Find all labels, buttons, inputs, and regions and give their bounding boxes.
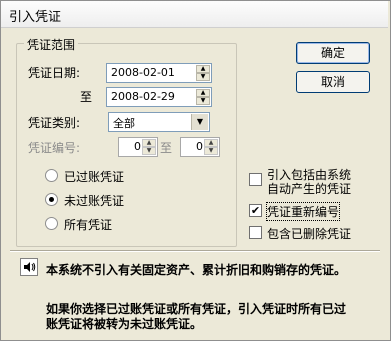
radio-posted[interactable] [45, 169, 58, 182]
number-to-stepper[interactable]: 0 ▲ ▼ [180, 137, 220, 157]
voucher-date-label: 凭证日期: [28, 66, 81, 80]
window-title: 引入凭证 [9, 10, 62, 25]
number-from-spinner[interactable]: ▲ ▼ [142, 139, 156, 155]
chevron-down-icon[interactable]: ▼ [191, 114, 208, 130]
radio-all[interactable] [45, 217, 58, 230]
spin-down-icon[interactable]: ▼ [142, 147, 156, 155]
date-to-spinner[interactable]: ▲ ▼ [196, 89, 210, 105]
voucher-range-legend: 凭证范围 [24, 36, 79, 53]
spin-up-icon[interactable]: ▲ [196, 65, 210, 73]
separator [10, 250, 380, 252]
date-from-spinner[interactable]: ▲ ▼ [196, 65, 210, 81]
renumber-checkbox[interactable]: ✔ [249, 204, 262, 217]
voucher-type-label: 凭证类别: [28, 116, 81, 130]
voucher-type-select[interactable]: 全部 ▼ [108, 112, 210, 132]
radio-all-label[interactable]: 所有凭证 [64, 216, 112, 233]
number-from-value: 0 [134, 140, 141, 153]
spin-up-icon[interactable]: ▲ [142, 139, 156, 147]
number-to-label: 至 [160, 141, 173, 155]
renumber-label[interactable]: 凭证重新编号 [265, 202, 341, 221]
spin-up-icon[interactable]: ▲ [204, 139, 218, 147]
spin-down-icon[interactable]: ▼ [196, 97, 210, 105]
notice-line-1: 本系统不引入有关固定资产、累计折旧和购销存的凭证。 [46, 263, 347, 277]
ok-button[interactable]: 确定 [296, 42, 370, 64]
include-deleted-label[interactable]: 包含已删除凭证 [267, 225, 351, 242]
cancel-button[interactable]: 取消 [296, 71, 370, 93]
date-from-field[interactable]: 2008-02-01 ▲ ▼ [106, 63, 212, 83]
radio-unposted-label[interactable]: 未过账凭证 [64, 192, 124, 209]
date-to-value: 2008-02-29 [111, 90, 175, 103]
number-to-value: 0 [196, 140, 203, 153]
include-deleted-checkbox[interactable] [249, 226, 262, 239]
number-from-stepper[interactable]: 0 ▲ ▼ [118, 137, 158, 157]
radio-unposted[interactable] [45, 193, 58, 206]
include-system-checkbox[interactable] [249, 173, 262, 186]
notice-line-3: 账凭证将被转为未过账凭证。 [46, 317, 203, 331]
number-to-spinner[interactable]: ▲ ▼ [204, 139, 218, 155]
speaker-icon [20, 258, 38, 276]
voucher-type-value: 全部 [113, 117, 135, 130]
voucher-number-label: 凭证编号: [28, 141, 81, 155]
date-to-field[interactable]: 2008-02-29 ▲ ▼ [106, 87, 212, 107]
spin-down-icon[interactable]: ▼ [204, 147, 218, 155]
spin-down-icon[interactable]: ▼ [196, 73, 210, 81]
date-to-label: 至 [80, 90, 93, 104]
include-system-label-2[interactable]: 自动产生的凭证 [267, 180, 351, 197]
spin-up-icon[interactable]: ▲ [196, 89, 210, 97]
date-from-value: 2008-02-01 [111, 66, 175, 79]
radio-posted-label[interactable]: 已过账凭证 [64, 168, 124, 185]
